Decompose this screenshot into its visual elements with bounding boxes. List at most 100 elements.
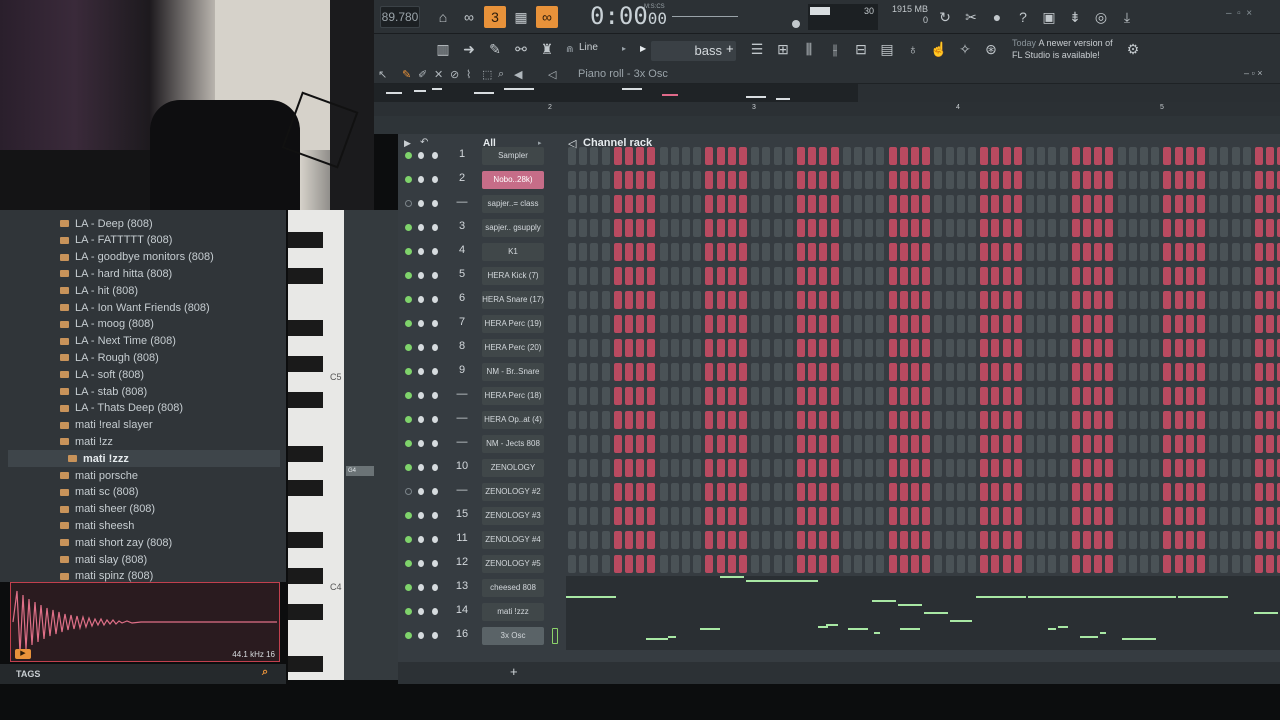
step-button[interactable]	[808, 267, 817, 285]
step-button[interactable]	[819, 219, 828, 237]
step-button[interactable]	[1037, 243, 1046, 261]
step-button[interactable]	[1163, 171, 1172, 189]
step-button[interactable]	[1140, 435, 1148, 453]
step-button[interactable]	[1231, 387, 1240, 405]
step-button[interactable]	[1197, 531, 1205, 549]
step-button[interactable]	[934, 315, 943, 333]
step-button[interactable]	[1059, 483, 1068, 501]
step-button[interactable]	[636, 219, 645, 237]
step-button[interactable]	[613, 291, 622, 309]
step-button[interactable]	[613, 267, 622, 285]
channel-mute-led[interactable]	[405, 584, 412, 591]
step-button[interactable]	[1197, 243, 1205, 261]
step-button[interactable]	[888, 531, 897, 549]
step-button[interactable]	[934, 171, 943, 189]
step-button[interactable]	[934, 291, 943, 309]
black-key[interactable]	[288, 232, 323, 248]
black-key[interactable]	[288, 532, 323, 548]
step-button[interactable]	[1094, 147, 1103, 165]
step-button[interactable]	[922, 147, 931, 165]
channel-mute-led[interactable]	[405, 464, 412, 471]
channel-volume-knob[interactable]	[432, 200, 438, 207]
step-button[interactable]	[613, 459, 622, 477]
step-button[interactable]	[842, 291, 851, 309]
step-button[interactable]	[693, 483, 702, 501]
step-button[interactable]	[751, 339, 760, 357]
step-button[interactable]	[751, 483, 760, 501]
step-button[interactable]	[784, 363, 793, 381]
step-button[interactable]	[613, 195, 622, 213]
channel-name-button[interactable]: K1	[482, 243, 544, 261]
channel-row[interactable]: 1 Sampler	[398, 144, 1280, 168]
step-button[interactable]	[613, 435, 622, 453]
step-button[interactable]	[659, 219, 668, 237]
step-button[interactable]	[1255, 315, 1263, 333]
step-button[interactable]	[1242, 483, 1251, 501]
step-button[interactable]	[739, 243, 747, 261]
channel-mixer-track[interactable]: 8	[444, 340, 480, 352]
step-button[interactable]	[670, 315, 679, 333]
step-button[interactable]	[705, 219, 714, 237]
step-button[interactable]	[682, 219, 690, 237]
step-button[interactable]	[670, 411, 679, 429]
step-button[interactable]	[1128, 435, 1137, 453]
step-button[interactable]	[1220, 291, 1229, 309]
step-button[interactable]	[934, 387, 943, 405]
step-button[interactable]	[636, 147, 645, 165]
step-button[interactable]	[830, 195, 839, 213]
step-button[interactable]	[625, 531, 633, 549]
channel-mixer-track[interactable]: —	[444, 436, 480, 448]
step-button[interactable]	[854, 555, 862, 573]
step-button[interactable]	[830, 171, 839, 189]
step-button[interactable]	[727, 171, 736, 189]
stamp-icon[interactable]: ♜	[536, 38, 558, 60]
step-button[interactable]	[1197, 411, 1205, 429]
step-button[interactable]	[636, 363, 645, 381]
step-button[interactable]	[1266, 483, 1275, 501]
channel-mixer-track[interactable]: 14	[444, 604, 480, 616]
step-button[interactable]	[705, 459, 714, 477]
channel-volume-knob[interactable]	[432, 464, 438, 471]
channel-row[interactable]: 12 ZENOLOGY #5	[398, 552, 1280, 576]
step-button[interactable]	[945, 171, 954, 189]
step-button[interactable]	[1151, 315, 1160, 333]
step-button[interactable]	[922, 267, 931, 285]
step-button[interactable]	[1266, 339, 1275, 357]
step-button[interactable]	[1197, 291, 1205, 309]
step-button[interactable]	[1013, 291, 1022, 309]
step-button[interactable]	[1048, 483, 1057, 501]
window-controls-pr[interactable]: – ▫ ×	[1244, 68, 1262, 78]
step-button[interactable]	[647, 531, 656, 549]
step-button[interactable]	[579, 291, 588, 309]
metronome-icon[interactable]: ⌂	[432, 6, 454, 28]
step-button[interactable]	[1255, 243, 1263, 261]
channel-volume-knob[interactable]	[432, 248, 438, 255]
step-button[interactable]	[1174, 219, 1183, 237]
step-button[interactable]	[1255, 411, 1263, 429]
step-button[interactable]	[579, 267, 588, 285]
step-button[interactable]	[568, 195, 576, 213]
step-button[interactable]	[1242, 363, 1251, 381]
step-button[interactable]	[797, 531, 805, 549]
step-button[interactable]	[625, 507, 633, 525]
step-button[interactable]	[876, 147, 885, 165]
step-button[interactable]	[842, 531, 851, 549]
step-button[interactable]	[636, 411, 645, 429]
step-button[interactable]	[1048, 459, 1057, 477]
step-button[interactable]	[968, 315, 976, 333]
step-button[interactable]	[830, 267, 839, 285]
step-button[interactable]	[876, 555, 885, 573]
step-button[interactable]	[762, 387, 771, 405]
step-button[interactable]	[1128, 483, 1137, 501]
step-button[interactable]	[911, 507, 919, 525]
step-button[interactable]	[1163, 267, 1172, 285]
step-button[interactable]	[1174, 291, 1183, 309]
step-button[interactable]	[899, 147, 908, 165]
step-button[interactable]	[682, 195, 690, 213]
step-button[interactable]	[1266, 243, 1275, 261]
step-button[interactable]	[968, 339, 976, 357]
step-button[interactable]	[1071, 411, 1080, 429]
step-button[interactable]	[1220, 459, 1229, 477]
step-button[interactable]	[659, 171, 668, 189]
step-button[interactable]	[968, 411, 976, 429]
